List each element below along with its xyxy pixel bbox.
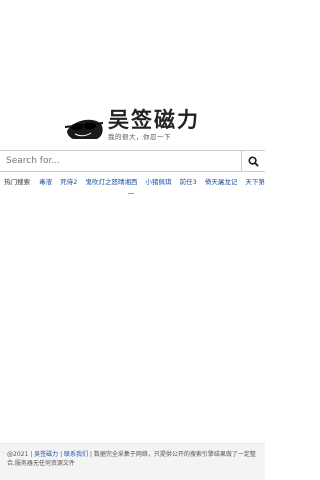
hot-search-link[interactable]: 死侍2	[60, 178, 77, 186]
hot-search-label: 热门搜索	[4, 178, 31, 186]
footer-separator: |	[30, 451, 33, 458]
hot-search-link[interactable]: 毒液	[39, 178, 52, 186]
hot-search-list: 热门搜索 毒液 死侍2 鬼吹灯之怒晴湘西 小猪佩琪 前任3 倚天屠龙记 天下第一	[0, 176, 265, 200]
footer-site-link[interactable]: 吴签磁力	[34, 451, 58, 458]
search-input[interactable]	[0, 151, 241, 171]
footer-contact-link[interactable]: 联系我们	[64, 451, 88, 458]
hot-search-link[interactable]: 前任3	[180, 178, 197, 186]
logo-slogan: 我的很大，你忍一下	[108, 133, 171, 141]
logo-title: 吴签磁力	[108, 107, 200, 132]
footer-year: @2021	[7, 451, 29, 458]
site-logo[interactable]: 吴签磁力 我的很大，你忍一下	[63, 104, 203, 142]
search-bar	[0, 150, 265, 172]
hot-search-link[interactable]: 小猪佩琪	[146, 178, 172, 186]
avatar-sunglasses-icon	[65, 119, 103, 139]
hot-search-link[interactable]: 鬼吹灯之怒晴湘西	[85, 178, 137, 186]
hot-search-link[interactable]: 倚天屠龙记	[205, 178, 238, 186]
search-button[interactable]	[241, 151, 265, 171]
footer: @2021 | 吴签磁力 | 联系我们 | 数据完全采集于网络，只提供公开的搜索…	[0, 443, 265, 480]
footer-separator: |	[60, 451, 63, 458]
search-icon	[248, 155, 259, 167]
